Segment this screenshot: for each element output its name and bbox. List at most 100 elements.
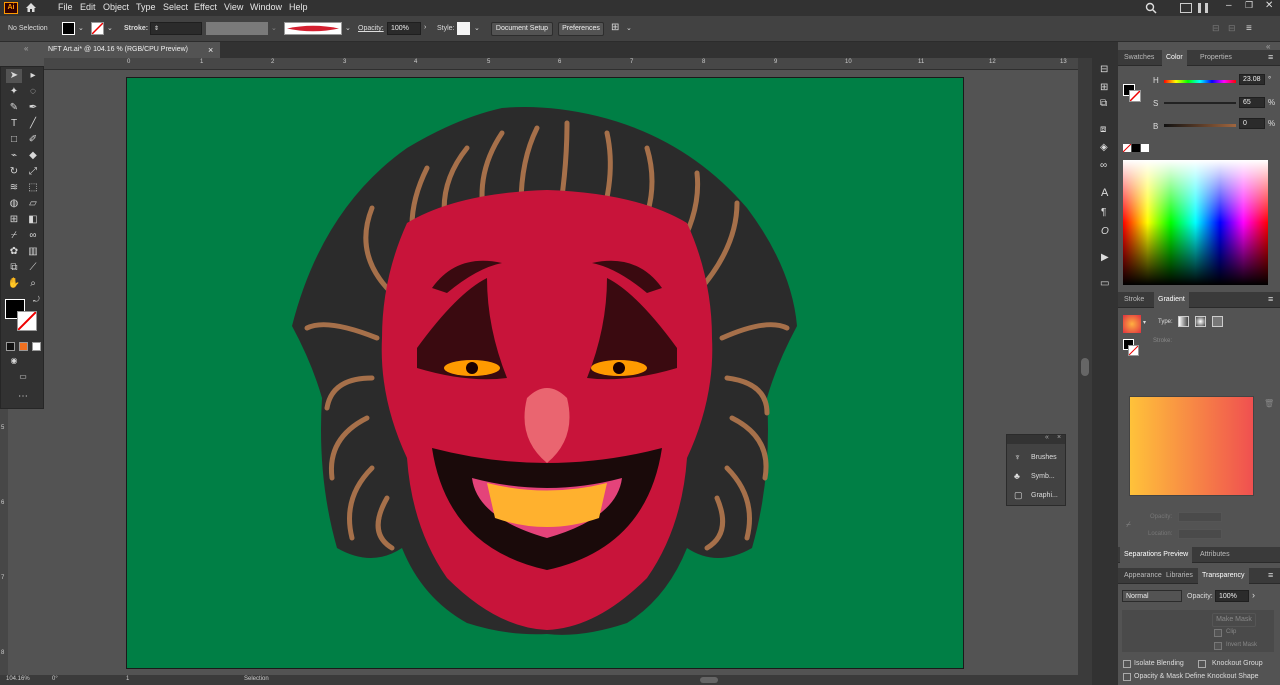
vertical-scrollbar[interactable]	[1078, 58, 1092, 675]
brightness-slider[interactable]	[1164, 124, 1236, 127]
rectangle-tool-icon[interactable]: □	[6, 133, 22, 147]
draw-mode-icon[interactable]: ◉	[6, 354, 22, 368]
link-icon[interactable]: ∞	[1100, 160, 1107, 171]
curvature-tool-icon[interactable]: ✒	[25, 101, 41, 115]
stroke-weight-field[interactable]: ⇕	[150, 22, 202, 35]
preferences-button[interactable]: Preferences	[558, 22, 604, 36]
graphic-styles-icon[interactable]: ▢	[1014, 490, 1023, 501]
gradient-mode-icon[interactable]	[19, 342, 28, 351]
gradient-opacity-field[interactable]	[1178, 512, 1222, 522]
style-swatch[interactable]	[457, 22, 470, 35]
document-setup-button[interactable]: Document Setup	[491, 22, 553, 36]
panel-toggle-icon[interactable]: ⊟	[1212, 23, 1220, 34]
menu-select[interactable]: Select	[163, 2, 188, 12]
gradient-preview[interactable]	[1129, 396, 1254, 496]
symbols-icon[interactable]: ♣	[1014, 471, 1020, 481]
chevron-down-icon[interactable]: ⌄	[78, 24, 84, 32]
chevron-down-icon[interactable]: ⌄	[474, 24, 480, 32]
black-swatch[interactable]	[1132, 144, 1140, 152]
transparency-opacity-field[interactable]: 100%	[1215, 590, 1249, 602]
layers-icon[interactable]: ⊟	[1100, 64, 1108, 75]
pen-tool-icon[interactable]: ✎	[6, 101, 22, 115]
slice-tool-icon[interactable]: ⟋	[25, 261, 41, 275]
invert-mask-checkbox[interactable]	[1214, 642, 1222, 650]
chevron-down-icon[interactable]: ⌄	[107, 24, 113, 32]
saturation-slider[interactable]	[1164, 102, 1236, 104]
knockout-group-checkbox[interactable]	[1198, 660, 1206, 668]
brushes-icon[interactable]: ♆	[1014, 452, 1021, 462]
zoom-level[interactable]: 104.16%	[6, 676, 30, 682]
menu-window[interactable]: Window	[250, 2, 282, 12]
white-swatch[interactable]	[1141, 144, 1149, 152]
menu-effect[interactable]: Effect	[194, 2, 217, 12]
chevron-down-icon[interactable]: ⌄	[626, 24, 632, 32]
menu-help[interactable]: Help	[289, 2, 308, 12]
gradient-stroke-indicator[interactable]	[1128, 345, 1139, 356]
tab-color[interactable]: Color	[1162, 50, 1187, 66]
brush-tool-icon[interactable]: ✐	[25, 133, 41, 147]
more-tools-icon[interactable]: ⋯	[15, 390, 31, 404]
glyph-icon[interactable]: O	[1101, 226, 1109, 237]
warp-tool-icon[interactable]: ≋	[6, 181, 22, 195]
asset-icon[interactable]: ⧉	[1100, 98, 1107, 109]
stroke-indicator[interactable]	[1129, 90, 1141, 102]
tab-stroke[interactable]: Stroke	[1120, 292, 1148, 308]
make-mask-button[interactable]: Make Mask	[1212, 613, 1256, 627]
tab-attributes[interactable]: Attributes	[1196, 547, 1234, 563]
artboard[interactable]	[126, 77, 964, 669]
character-icon[interactable]: A	[1101, 187, 1108, 199]
align-icon[interactable]: ⊞	[611, 22, 619, 33]
collapse-icon[interactable]: «	[24, 44, 28, 53]
chevron-right-icon[interactable]: ›	[424, 24, 426, 31]
tab-swatches[interactable]: Swatches	[1120, 50, 1158, 66]
blend-mode-select[interactable]: Normal	[1122, 590, 1182, 602]
float-graphic-styles-label[interactable]: Graphi...	[1031, 492, 1058, 499]
stroke-color-box[interactable]	[17, 311, 37, 331]
direct-selection-tool-icon[interactable]: ▸	[25, 69, 41, 83]
none-swatch[interactable]	[1123, 144, 1131, 152]
rotate-view[interactable]: 0°	[52, 676, 58, 682]
color-mode-icon[interactable]	[6, 342, 15, 351]
panel-menu-icon[interactable]: ≡	[1268, 294, 1273, 304]
menu-object[interactable]: Object	[103, 2, 129, 12]
selection-tool-icon[interactable]: ➤	[6, 69, 22, 83]
tab-appearance[interactable]: Appearance	[1120, 568, 1166, 584]
maximize-icon[interactable]: ❐	[1245, 0, 1253, 11]
float-symbols-label[interactable]: Symb...	[1031, 473, 1055, 480]
scale-tool-icon[interactable]: ⤢	[25, 165, 41, 179]
lasso-tool-icon[interactable]: ◌	[25, 85, 41, 99]
menu-file[interactable]: File	[58, 2, 73, 12]
fill-swatch[interactable]	[62, 22, 75, 35]
horizontal-ruler[interactable]: 0 1 2 3 4 5 6 7 8 9 10 11 12 13	[44, 58, 1092, 70]
hand-tool-icon[interactable]: ✋	[6, 277, 22, 291]
opacity-label[interactable]: Opacity:	[358, 25, 384, 32]
linear-gradient-button[interactable]	[1178, 316, 1189, 327]
opacity-field[interactable]: 100%	[387, 22, 421, 35]
blend-tool-icon[interactable]: ∞	[25, 229, 41, 243]
free-transform-tool-icon[interactable]: ⬚	[25, 181, 41, 195]
comment-icon[interactable]: ▭	[1100, 278, 1109, 289]
menu-view[interactable]: View	[224, 2, 243, 12]
scrollbar-thumb[interactable]	[1081, 358, 1089, 376]
delete-stop-icon[interactable]: 🗑	[1264, 399, 1274, 408]
stroke-swatch[interactable]	[91, 22, 104, 35]
play-icon[interactable]: ▶	[1101, 252, 1109, 263]
gradient-eyedropper-icon[interactable]: ⌿	[1126, 520, 1131, 530]
variable-width-profile[interactable]	[206, 22, 268, 35]
clip-checkbox[interactable]	[1214, 629, 1222, 637]
chevron-right-icon[interactable]: ›	[1252, 590, 1255, 600]
paragraph-icon[interactable]: ¶	[1101, 207, 1106, 218]
chevron-down-icon[interactable]: ⌄	[271, 24, 277, 32]
close-icon[interactable]: ×	[1057, 434, 1061, 441]
panel-toggle-icon[interactable]: ⊟	[1228, 23, 1236, 34]
minimize-icon[interactable]: –	[1226, 0, 1232, 11]
line-tool-icon[interactable]: ╱	[25, 117, 41, 131]
artboard-number[interactable]: 1	[126, 676, 129, 682]
screen-mode-icon[interactable]: ▭	[15, 370, 31, 384]
freeform-gradient-button[interactable]	[1212, 316, 1223, 327]
perspective-grid-tool-icon[interactable]: ▱	[25, 197, 41, 211]
gradient-location-field[interactable]	[1178, 529, 1222, 539]
eyedropper-tool-icon[interactable]: ⌿	[6, 229, 22, 243]
tab-transparency[interactable]: Transparency	[1198, 568, 1249, 584]
rotate-tool-icon[interactable]: ↻	[6, 165, 22, 179]
